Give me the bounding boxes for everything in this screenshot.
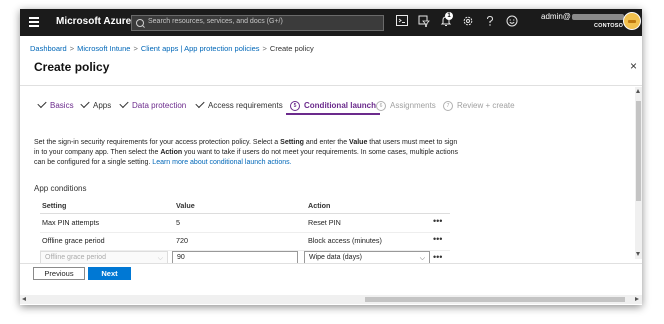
breadcrumb-current: Create policy xyxy=(269,44,314,53)
directory-filter-icon[interactable] xyxy=(417,15,431,29)
azure-portal-window: Microsoft Azure Search resources, servic… xyxy=(20,9,642,305)
scroll-thumb[interactable] xyxy=(365,297,625,302)
notifications-icon[interactable]: 1 xyxy=(439,12,453,29)
avatar[interactable] xyxy=(623,12,641,30)
more-options-icon[interactable]: ••• xyxy=(433,216,442,226)
search-placeholder: Search resources, services, and docs (G+… xyxy=(148,18,283,25)
menu-icon[interactable] xyxy=(29,17,39,27)
scroll-right-icon[interactable] xyxy=(635,297,639,301)
brand-name[interactable]: Microsoft Azure xyxy=(56,16,131,27)
close-icon[interactable]: × xyxy=(630,59,637,73)
account-name[interactable]: admin@ xyxy=(541,12,624,21)
tab-basics[interactable]: Basics xyxy=(37,98,74,110)
divider xyxy=(20,85,642,86)
more-options-icon[interactable]: ••• xyxy=(433,234,442,244)
action-cell: Reset PIN xyxy=(308,218,341,227)
table-header: Setting Value Action xyxy=(40,199,450,214)
step-number-icon: 5 xyxy=(290,101,300,111)
value-cell: 5 xyxy=(176,218,180,227)
wizard-steps: Basics Apps Data protection Access requi… xyxy=(37,98,628,115)
breadcrumb-dashboard[interactable]: Dashboard xyxy=(30,44,67,53)
tab-access-requirements[interactable]: Access requirements xyxy=(195,98,283,110)
column-header-value: Value xyxy=(176,201,195,210)
breadcrumb: Dashboard > Microsoft Intune > Client apps |… xyxy=(30,44,314,53)
search-input[interactable]: Search resources, services, and docs (G+… xyxy=(131,15,384,31)
tab-conditional-launch[interactable]: 5 Conditional launch xyxy=(286,101,380,115)
help-icon[interactable] xyxy=(483,15,497,29)
step-number-icon: 7 xyxy=(443,101,453,111)
scroll-thumb[interactable] xyxy=(636,101,641,201)
checkmark-icon xyxy=(195,98,205,109)
more-options-icon[interactable]: ••• xyxy=(433,252,442,262)
page-title: Create policy xyxy=(34,60,110,74)
column-header-action: Action xyxy=(308,201,331,210)
setting-cell: Offline grace period xyxy=(42,236,105,245)
breadcrumb-separator: > xyxy=(133,44,138,53)
tab-assignments[interactable]: 6 Assignments xyxy=(376,101,436,111)
tab-apps[interactable]: Apps xyxy=(80,98,111,110)
action-cell: Block access (minutes) xyxy=(308,236,382,245)
next-button[interactable]: Next xyxy=(88,267,131,280)
settings-icon[interactable] xyxy=(461,15,475,29)
breadcrumb-separator: > xyxy=(262,44,267,53)
checkmark-icon xyxy=(80,98,90,109)
breadcrumb-separator: > xyxy=(69,44,75,53)
top-bar: Microsoft Azure Search resources, servic… xyxy=(20,9,642,36)
feedback-icon[interactable] xyxy=(505,15,519,29)
tab-review-create[interactable]: 7 Review + create xyxy=(443,101,515,111)
previous-button[interactable]: Previous xyxy=(33,267,85,280)
divider xyxy=(20,263,642,264)
table-row: Max PIN attempts 5 Reset PIN ••• xyxy=(40,214,450,233)
description-text: Set the sign-in security requirements fo… xyxy=(34,139,458,166)
cloud-shell-icon[interactable] xyxy=(395,15,409,29)
setting-cell: Max PIN attempts xyxy=(42,218,100,227)
section-title: App conditions xyxy=(34,184,87,193)
value-cell: 720 xyxy=(176,236,188,245)
checkmark-icon xyxy=(37,98,47,109)
vertical-scrollbar[interactable] xyxy=(635,87,642,259)
learn-more-link[interactable]: Learn more about conditional launch acti… xyxy=(152,159,291,166)
checkmark-icon xyxy=(119,98,129,109)
search-icon xyxy=(136,19,144,27)
step-number-icon: 6 xyxy=(376,101,386,111)
table-row-editable: Offline grace period ⌵ 90 Wipe data (days… xyxy=(40,250,450,268)
horizontal-scrollbar[interactable] xyxy=(20,295,642,304)
column-header-setting: Setting xyxy=(42,201,67,210)
scroll-up-icon[interactable] xyxy=(636,89,640,93)
scroll-down-icon[interactable] xyxy=(636,252,640,256)
tab-data-protection[interactable]: Data protection xyxy=(119,98,186,110)
scroll-left-icon[interactable] xyxy=(22,297,26,301)
notification-badge: 1 xyxy=(445,12,453,20)
tenant-name: CONTOSO xyxy=(594,23,624,29)
breadcrumb-app-protection[interactable]: Client apps | App protection policies xyxy=(141,44,260,53)
breadcrumb-intune[interactable]: Microsoft Intune xyxy=(77,44,130,53)
redacted-email xyxy=(571,13,624,20)
table-row: Offline grace period 720 Block access (m… xyxy=(40,232,450,251)
